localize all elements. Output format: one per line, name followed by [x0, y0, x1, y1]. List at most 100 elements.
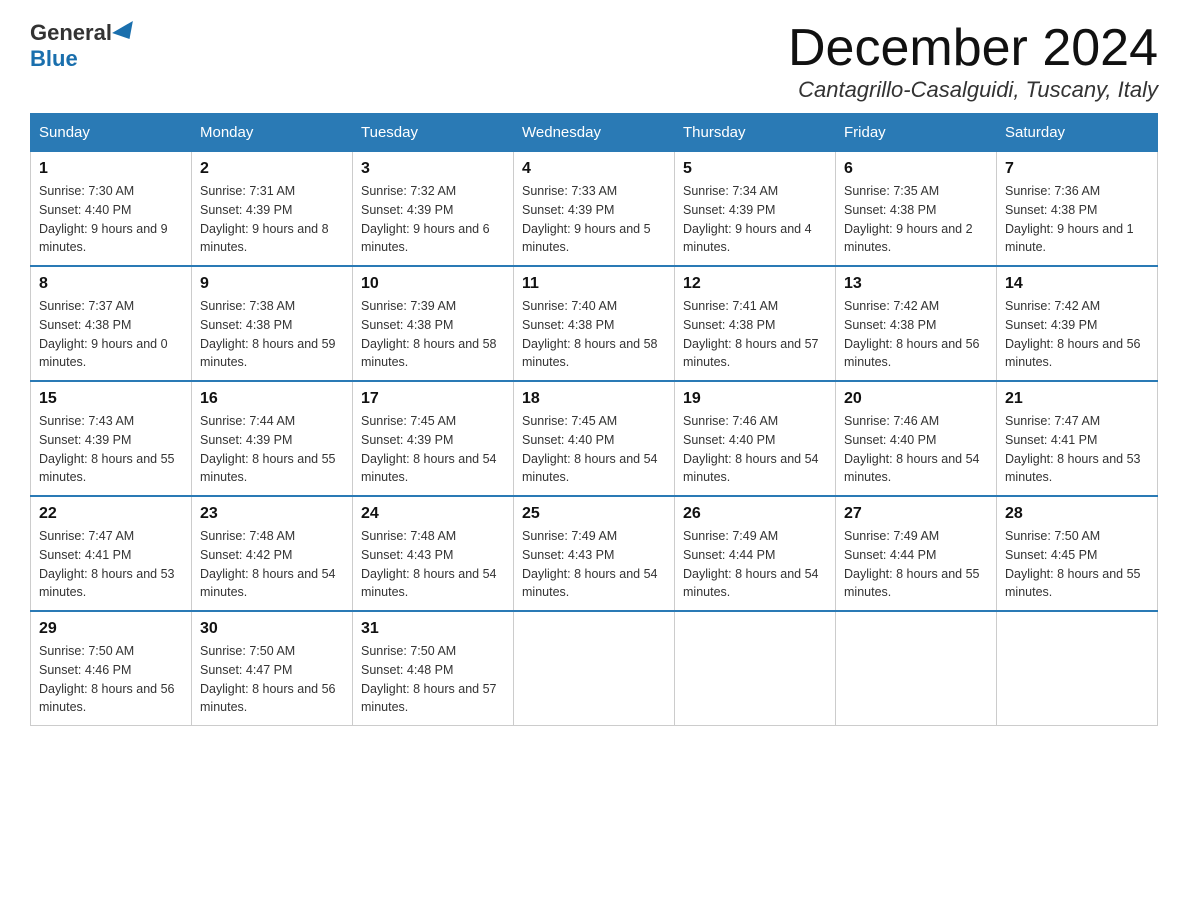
day-info: Sunrise: 7:42 AMSunset: 4:39 PMDaylight:… [1005, 297, 1149, 372]
day-number: 3 [361, 160, 505, 178]
day-info: Sunrise: 7:37 AMSunset: 4:38 PMDaylight:… [39, 297, 183, 372]
day-number: 23 [200, 505, 344, 523]
calendar-cell: 28 Sunrise: 7:50 AMSunset: 4:45 PMDayligh… [997, 496, 1158, 611]
day-info: Sunrise: 7:42 AMSunset: 4:38 PMDaylight:… [844, 297, 988, 372]
day-number: 15 [39, 390, 183, 408]
calendar-cell: 20 Sunrise: 7:46 AMSunset: 4:40 PMDayligh… [836, 381, 997, 496]
day-number: 26 [683, 505, 827, 523]
day-number: 19 [683, 390, 827, 408]
calendar-cell: 2Sunrise: 7:31 AMSunset: 4:39 PMDaylight… [192, 152, 353, 267]
day-info: Sunrise: 7:50 AMSunset: 4:48 PMDaylight:… [361, 642, 505, 717]
calendar-cell: 21 Sunrise: 7:47 AMSunset: 4:41 PMDayligh… [997, 381, 1158, 496]
day-number: 20 [844, 390, 988, 408]
calendar-cell: 5 Sunrise: 7:34 AMSunset: 4:39 PMDaylight… [675, 152, 836, 267]
calendar-week-row: 22 Sunrise: 7:47 AMSunset: 4:41 PMDayligh… [31, 496, 1158, 611]
logo-general-text: General [30, 20, 112, 46]
calendar-cell: 8Sunrise: 7:37 AMSunset: 4:38 PMDaylight… [31, 266, 192, 381]
calendar-cell: 11Sunrise: 7:40 AMSunset: 4:38 PMDayligh… [514, 266, 675, 381]
day-number: 13 [844, 275, 988, 293]
day-info: Sunrise: 7:32 AMSunset: 4:39 PMDaylight:… [361, 182, 505, 257]
day-info: Sunrise: 7:49 AMSunset: 4:44 PMDaylight:… [844, 527, 988, 602]
day-info: Sunrise: 7:34 AMSunset: 4:39 PMDaylight:… [683, 182, 827, 257]
day-number: 16 [200, 390, 344, 408]
day-number: 22 [39, 505, 183, 523]
day-number: 27 [844, 505, 988, 523]
month-title: December 2024 [788, 20, 1158, 77]
day-info: Sunrise: 7:43 AMSunset: 4:39 PMDaylight:… [39, 412, 183, 487]
calendar-cell [997, 611, 1158, 726]
calendar-cell: 31 Sunrise: 7:50 AMSunset: 4:48 PMDayligh… [353, 611, 514, 726]
col-header-sunday: Sunday [31, 114, 192, 152]
location-subtitle: Cantagrillo-Casalguidi, Tuscany, Italy [788, 77, 1158, 103]
day-number: 2 [200, 160, 344, 178]
day-info: Sunrise: 7:47 AMSunset: 4:41 PMDaylight:… [1005, 412, 1149, 487]
day-info: Sunrise: 7:50 AMSunset: 4:47 PMDaylight:… [200, 642, 344, 717]
day-info: Sunrise: 7:38 AMSunset: 4:38 PMDaylight:… [200, 297, 344, 372]
day-info: Sunrise: 7:35 AMSunset: 4:38 PMDaylight:… [844, 182, 988, 257]
logo-arrow-icon [112, 21, 140, 45]
calendar-cell: 24 Sunrise: 7:48 AMSunset: 4:43 PMDayligh… [353, 496, 514, 611]
day-number: 29 [39, 620, 183, 638]
calendar-cell: 23Sunrise: 7:48 AMSunset: 4:42 PMDayligh… [192, 496, 353, 611]
day-number: 12 [683, 275, 827, 293]
day-info: Sunrise: 7:47 AMSunset: 4:41 PMDaylight:… [39, 527, 183, 602]
calendar-cell: 15 Sunrise: 7:43 AMSunset: 4:39 PMDayligh… [31, 381, 192, 496]
day-number: 30 [200, 620, 344, 638]
col-header-monday: Monday [192, 114, 353, 152]
day-info: Sunrise: 7:30 AMSunset: 4:40 PMDaylight:… [39, 182, 183, 257]
calendar-week-row: 29 Sunrise: 7:50 AMSunset: 4:46 PMDayligh… [31, 611, 1158, 726]
calendar-cell: 26 Sunrise: 7:49 AMSunset: 4:44 PMDayligh… [675, 496, 836, 611]
day-info: Sunrise: 7:48 AMSunset: 4:43 PMDaylight:… [361, 527, 505, 602]
day-info: Sunrise: 7:46 AMSunset: 4:40 PMDaylight:… [844, 412, 988, 487]
day-info: Sunrise: 7:49 AMSunset: 4:43 PMDaylight:… [522, 527, 666, 602]
calendar-week-row: 1 Sunrise: 7:30 AMSunset: 4:40 PMDaylight… [31, 152, 1158, 267]
day-info: Sunrise: 7:40 AMSunset: 4:38 PMDaylight:… [522, 297, 666, 372]
calendar-cell: 30 Sunrise: 7:50 AMSunset: 4:47 PMDayligh… [192, 611, 353, 726]
calendar-cell: 13 Sunrise: 7:42 AMSunset: 4:38 PMDayligh… [836, 266, 997, 381]
calendar-table: SundayMondayTuesdayWednesdayThursdayFrid… [30, 113, 1158, 726]
calendar-cell: 1 Sunrise: 7:30 AMSunset: 4:40 PMDaylight… [31, 152, 192, 267]
day-number: 28 [1005, 505, 1149, 523]
day-number: 14 [1005, 275, 1149, 293]
day-number: 6 [844, 160, 988, 178]
calendar-cell: 9 Sunrise: 7:38 AMSunset: 4:38 PMDaylight… [192, 266, 353, 381]
calendar-cell: 12 Sunrise: 7:41 AMSunset: 4:38 PMDayligh… [675, 266, 836, 381]
col-header-thursday: Thursday [675, 114, 836, 152]
logo-blue-text: Blue [30, 46, 78, 71]
title-section: December 2024 Cantagrillo-Casalguidi, Tu… [788, 20, 1158, 103]
calendar-cell [675, 611, 836, 726]
day-number: 4 [522, 160, 666, 178]
calendar-week-row: 15 Sunrise: 7:43 AMSunset: 4:39 PMDayligh… [31, 381, 1158, 496]
calendar-cell: 3 Sunrise: 7:32 AMSunset: 4:39 PMDaylight… [353, 152, 514, 267]
day-info: Sunrise: 7:46 AMSunset: 4:40 PMDaylight:… [683, 412, 827, 487]
day-number: 17 [361, 390, 505, 408]
col-header-friday: Friday [836, 114, 997, 152]
day-number: 18 [522, 390, 666, 408]
col-header-tuesday: Tuesday [353, 114, 514, 152]
day-info: Sunrise: 7:49 AMSunset: 4:44 PMDaylight:… [683, 527, 827, 602]
day-number: 7 [1005, 160, 1149, 178]
calendar-cell: 18Sunrise: 7:45 AMSunset: 4:40 PMDayligh… [514, 381, 675, 496]
col-header-wednesday: Wednesday [514, 114, 675, 152]
calendar-cell: 17Sunrise: 7:45 AMSunset: 4:39 PMDayligh… [353, 381, 514, 496]
day-number: 31 [361, 620, 505, 638]
day-info: Sunrise: 7:36 AMSunset: 4:38 PMDaylight:… [1005, 182, 1149, 257]
day-info: Sunrise: 7:50 AMSunset: 4:46 PMDaylight:… [39, 642, 183, 717]
day-info: Sunrise: 7:41 AMSunset: 4:38 PMDaylight:… [683, 297, 827, 372]
day-number: 25 [522, 505, 666, 523]
day-number: 1 [39, 160, 183, 178]
calendar-cell: 4 Sunrise: 7:33 AMSunset: 4:39 PMDaylight… [514, 152, 675, 267]
day-number: 5 [683, 160, 827, 178]
day-info: Sunrise: 7:44 AMSunset: 4:39 PMDaylight:… [200, 412, 344, 487]
calendar-cell: 7 Sunrise: 7:36 AMSunset: 4:38 PMDaylight… [997, 152, 1158, 267]
day-info: Sunrise: 7:33 AMSunset: 4:39 PMDaylight:… [522, 182, 666, 257]
calendar-cell [514, 611, 675, 726]
day-number: 24 [361, 505, 505, 523]
calendar-cell [836, 611, 997, 726]
col-header-saturday: Saturday [997, 114, 1158, 152]
calendar-cell: 10Sunrise: 7:39 AMSunset: 4:38 PMDayligh… [353, 266, 514, 381]
day-info: Sunrise: 7:50 AMSunset: 4:45 PMDaylight:… [1005, 527, 1149, 602]
calendar-header-row: SundayMondayTuesdayWednesdayThursdayFrid… [31, 114, 1158, 152]
day-number: 21 [1005, 390, 1149, 408]
day-number: 9 [200, 275, 344, 293]
